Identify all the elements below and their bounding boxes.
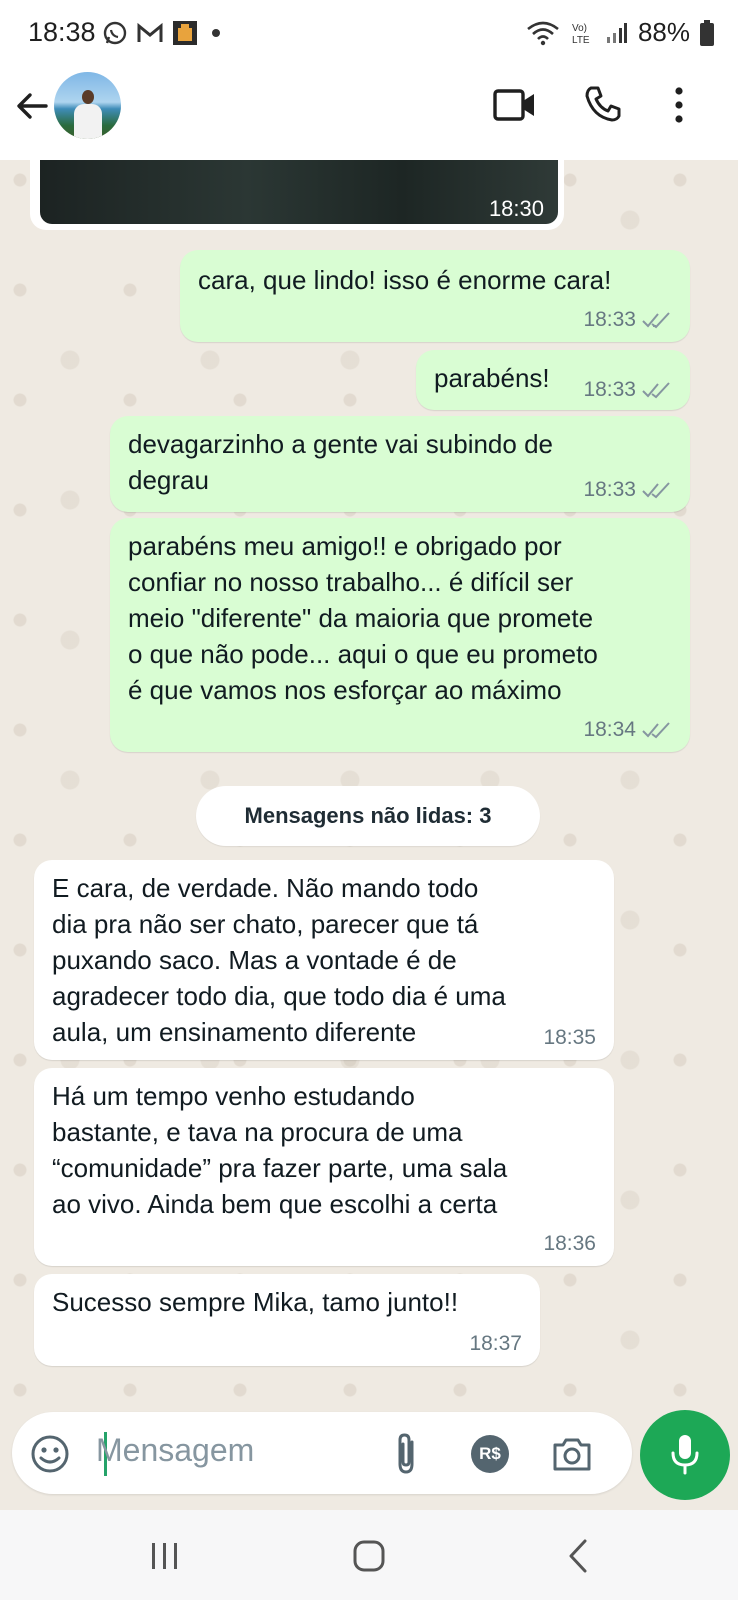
camera-button[interactable] bbox=[548, 1430, 596, 1478]
outgoing-message[interactable]: parabéns! 18:33 bbox=[416, 350, 690, 410]
recent-apps-icon bbox=[152, 1543, 177, 1569]
recent-apps-button[interactable] bbox=[140, 1534, 190, 1578]
message-time: 18:33 bbox=[583, 308, 636, 331]
voice-call-button[interactable] bbox=[580, 80, 626, 128]
message-meta: 18:37 bbox=[469, 1332, 522, 1356]
message-text: cara, que lindo! isso é enorme cara! bbox=[198, 265, 612, 295]
message-meta: 18:33 bbox=[583, 378, 672, 402]
status-time: 18:38 bbox=[28, 17, 96, 47]
video-call-button[interactable] bbox=[490, 82, 540, 128]
svg-text:LTE: LTE bbox=[572, 35, 590, 46]
more-notifications-dot bbox=[212, 29, 220, 37]
emoji-icon bbox=[31, 1435, 69, 1473]
message-composer: Mensagem R$ bbox=[0, 1406, 738, 1510]
incoming-message[interactable]: E cara, de verdade. Não mando todo dia p… bbox=[34, 860, 614, 1060]
message-input-container[interactable]: Mensagem R$ bbox=[12, 1412, 632, 1494]
more-options-icon bbox=[675, 87, 683, 123]
wifi-icon bbox=[527, 21, 559, 45]
contact-avatar[interactable] bbox=[54, 72, 121, 139]
whatsapp-icon bbox=[103, 21, 127, 45]
battery-percentage: 88% bbox=[637, 17, 690, 47]
battery-icon bbox=[700, 19, 714, 46]
message-time: 18:33 bbox=[583, 478, 636, 501]
emoji-button[interactable] bbox=[28, 1432, 72, 1476]
chat-header bbox=[0, 68, 738, 160]
message-text: devagarzinho a gente vai subindo de degr… bbox=[128, 429, 553, 495]
double-check-icon bbox=[642, 382, 670, 399]
voice-message-button[interactable] bbox=[640, 1410, 730, 1500]
message-text: Sucesso sempre Mika, tamo junto!! bbox=[52, 1287, 459, 1317]
home-icon bbox=[353, 1540, 385, 1572]
outgoing-message[interactable]: cara, que lindo! isso é enorme cara! 18:… bbox=[180, 250, 690, 342]
message-meta: 18:34 bbox=[583, 718, 672, 742]
avatar-figure-head bbox=[82, 90, 94, 104]
message-meta: 18:33 bbox=[583, 478, 672, 502]
double-check-icon bbox=[642, 722, 670, 739]
app-notification-icon bbox=[173, 21, 197, 45]
message-meta: 18:36 bbox=[543, 1232, 596, 1256]
nav-back-button[interactable] bbox=[556, 1532, 600, 1580]
payment-label: R$ bbox=[479, 1444, 501, 1463]
attach-button[interactable] bbox=[386, 1430, 426, 1478]
camera-icon bbox=[553, 1438, 591, 1471]
attach-icon bbox=[398, 1433, 414, 1474]
video-call-icon bbox=[493, 89, 534, 121]
incoming-message[interactable]: Sucesso sempre Mika, tamo junto!! 18:37 bbox=[34, 1274, 540, 1366]
svg-text:Vo): Vo) bbox=[572, 23, 587, 34]
message-time: 18:36 bbox=[543, 1232, 596, 1255]
voice-call-icon bbox=[585, 86, 621, 122]
message-meta: 18:33 bbox=[583, 308, 672, 332]
back-icon bbox=[569, 1539, 587, 1573]
double-check-icon bbox=[642, 312, 670, 329]
message-time: 18:33 bbox=[583, 378, 636, 401]
payment-button[interactable]: R$ bbox=[468, 1432, 512, 1476]
outgoing-message[interactable]: devagarzinho a gente vai subindo de degr… bbox=[110, 416, 690, 512]
arrow-left-icon bbox=[17, 93, 48, 119]
status-bar: 18:38 Vo) LTE 88% bbox=[0, 0, 738, 68]
mic-icon bbox=[671, 1435, 699, 1475]
message-time: 18:34 bbox=[583, 718, 636, 741]
incoming-message[interactable]: Há um tempo venho estudando bastante, e … bbox=[34, 1068, 614, 1266]
double-check-icon bbox=[642, 482, 670, 499]
system-navigation-bar bbox=[0, 1510, 738, 1600]
home-button[interactable] bbox=[344, 1532, 394, 1580]
message-text: parabéns meu amigo!! e obrigado por conf… bbox=[128, 531, 598, 705]
volte-icon: Vo) LTE bbox=[572, 23, 590, 46]
message-time: 18:30 bbox=[488, 196, 544, 221]
message-meta: 18:35 bbox=[543, 1026, 596, 1050]
message-text: E cara, de verdade. Não mando todo dia p… bbox=[52, 873, 506, 1047]
message-time: 18:37 bbox=[469, 1332, 522, 1355]
avatar-figure-body bbox=[74, 104, 102, 139]
message-text: parabéns! bbox=[434, 363, 550, 393]
message-input[interactable]: Mensagem bbox=[96, 1432, 254, 1469]
signal-icon bbox=[606, 22, 627, 43]
outgoing-message[interactable]: parabéns meu amigo!! e obrigado por conf… bbox=[110, 518, 690, 752]
notification-icons bbox=[102, 20, 220, 46]
image-thumbnail[interactable] bbox=[40, 160, 558, 224]
back-button[interactable] bbox=[12, 86, 52, 126]
message-text: Há um tempo venho estudando bastante, e … bbox=[52, 1081, 508, 1219]
unread-messages-banner: Mensagens não lidas: 3 bbox=[196, 786, 540, 846]
more-options-button[interactable] bbox=[664, 80, 694, 130]
image-message[interactable]: 18:30 bbox=[30, 160, 564, 230]
message-time: 18:35 bbox=[543, 1026, 596, 1049]
chat-messages[interactable]: 18:30 cara, que lindo! isso é enorme car… bbox=[0, 160, 738, 1406]
system-status: Vo) LTE 88% bbox=[526, 17, 714, 48]
gmail-icon bbox=[137, 22, 163, 42]
